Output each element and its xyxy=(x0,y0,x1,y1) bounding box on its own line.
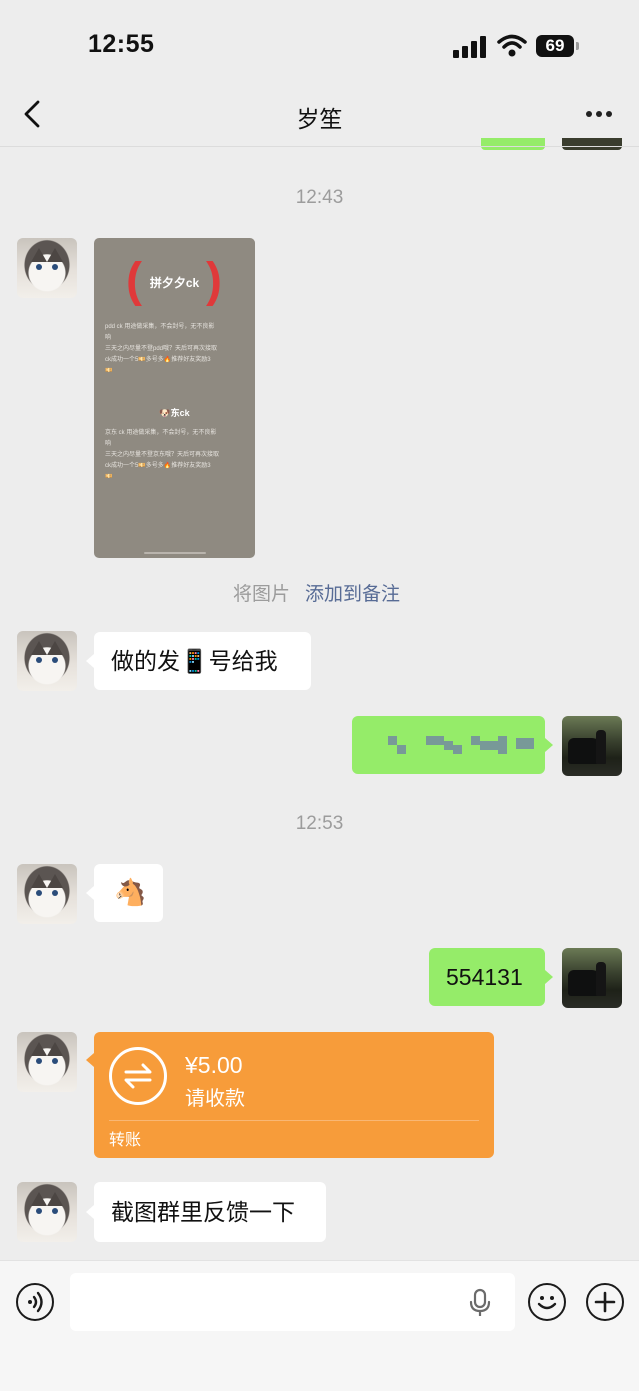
previous-avatar-fragment xyxy=(562,138,622,150)
my-avatar[interactable] xyxy=(562,716,622,776)
incoming-emoji-message[interactable]: 🐴 xyxy=(86,864,163,922)
image-text-line: 京东 ck 用途做采集，不会封号，无不良影 xyxy=(105,430,217,436)
image-text-line: 三天之内尽量不登pdd哦？天后可再次接取 xyxy=(105,346,218,352)
contact-avatar[interactable] xyxy=(17,1032,77,1092)
transfer-amount: ¥5.00 xyxy=(185,1052,243,1078)
image-text-line: 响 xyxy=(105,441,112,447)
emoji-icon[interactable] xyxy=(528,1283,566,1321)
image-text-line: 💴 xyxy=(105,368,113,374)
transfer-divider xyxy=(109,1120,479,1121)
message-text: 截图群里反馈一下 xyxy=(111,1199,295,1225)
chat-title: 岁笙 xyxy=(296,106,343,132)
timestamp: 12:53 xyxy=(295,813,344,834)
message-text: 做的发📱号给我 xyxy=(111,648,278,674)
image-home-indicator xyxy=(144,552,206,554)
signal-icon xyxy=(453,36,487,58)
image-text-line: 三天之内尽量不登京东哦？天后可再次接取 xyxy=(105,452,220,458)
image-text-line: 响 xyxy=(105,335,112,341)
incoming-message[interactable]: 做的发📱号给我 xyxy=(86,632,311,690)
contact-avatar[interactable] xyxy=(17,631,77,691)
my-avatar[interactable] xyxy=(562,948,622,1008)
battery-indicator: 69 xyxy=(536,35,574,57)
image-text-line: 💴 xyxy=(105,474,113,480)
contact-avatar[interactable] xyxy=(17,1182,77,1242)
transfer-label: 转账 xyxy=(109,1132,142,1149)
message-text: 554131 xyxy=(446,964,523,990)
image-text-line: ck成功一个5💴多号多🔥推荐好友奖励3 xyxy=(105,357,211,363)
image-subheading: 🐶东ck xyxy=(159,408,190,418)
battery-cap xyxy=(576,42,579,50)
transfer-status: 请收款 xyxy=(185,1088,245,1110)
outgoing-message[interactable]: 554131 xyxy=(429,948,553,1006)
add-to-remark-link[interactable]: 添加到备注 xyxy=(305,579,400,606)
input-bar xyxy=(0,1260,639,1391)
more-icon[interactable] xyxy=(583,108,615,120)
contact-avatar[interactable] xyxy=(17,864,77,924)
incoming-message[interactable]: 截图群里反馈一下 xyxy=(86,1182,326,1242)
image-message[interactable]: ( ) 拼夕夕ck pdd ck 用途做采集，不会封号，无不良影 响 三天之内尽… xyxy=(94,238,255,558)
plus-icon[interactable] xyxy=(586,1283,624,1321)
horse-emoji: 🐴 xyxy=(114,877,147,907)
message-input[interactable] xyxy=(70,1273,515,1331)
microphone-icon[interactable] xyxy=(467,1288,493,1318)
note-prefix: 将图片 xyxy=(233,584,291,605)
image-heading: 拼夕夕ck xyxy=(149,276,200,290)
transfer-card[interactable]: ¥5.00 请收款 转账 xyxy=(86,1032,494,1158)
transfer-arrows-icon xyxy=(109,1047,167,1105)
previous-message-fragment xyxy=(481,138,545,150)
image-text-line: pdd ck 用途做采集，不会封号，无不良影 xyxy=(105,324,215,330)
wifi-icon xyxy=(497,34,527,57)
image-text-line: ck成功一个5💴多号多🔥推荐好友奖励3 xyxy=(105,463,211,469)
voice-icon[interactable] xyxy=(16,1283,54,1321)
header-divider xyxy=(0,146,639,147)
timestamp: 12:43 xyxy=(295,187,344,208)
contact-avatar[interactable] xyxy=(17,238,77,298)
outgoing-message-censored[interactable] xyxy=(352,716,553,774)
status-time: 12:55 xyxy=(88,30,155,58)
